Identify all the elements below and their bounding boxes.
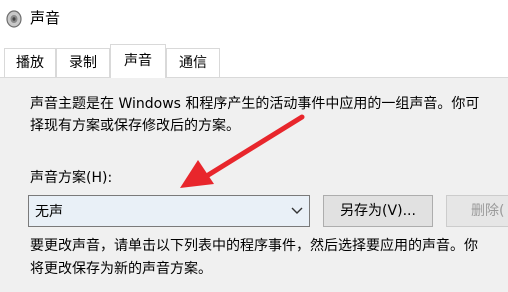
tab-recording[interactable]: 录制 (56, 48, 110, 77)
save-as-button[interactable]: 另存为(V)... (323, 195, 433, 227)
sound-scheme-label: 声音方案(H): (30, 170, 113, 186)
delete-button[interactable]: 删除( (446, 195, 508, 227)
speaker-icon (6, 10, 22, 28)
window-title: 声音 (30, 9, 61, 27)
title-bar: 声音 (0, 0, 508, 38)
instruction-text: 要更改声音，请单击以下列表中的程序事件，然后选择要应用的声音。你 (30, 238, 478, 254)
chevron-down-icon (291, 207, 303, 214)
sound-scheme-select[interactable]: 无声 (28, 195, 310, 227)
description-text-continued: 择现有方案或保存修改后的方案。 (30, 118, 240, 134)
instruction-text-continued: 将更改保存为新的声音方案。 (30, 261, 212, 277)
tab-sounds[interactable]: 声音 (110, 44, 166, 78)
sound-scheme-value: 无声 (35, 204, 63, 220)
description-text: 声音主题是在 Windows 和程序产生的活动事件中应用的一组声音。你可 (30, 96, 480, 112)
sounds-panel: 声音主题是在 Windows 和程序产生的活动事件中应用的一组声音。你可 择现有… (0, 78, 508, 292)
tab-strip: 播放 录制 声音 通信 (0, 38, 508, 78)
tab-playback[interactable]: 播放 (4, 48, 56, 77)
tab-communications[interactable]: 通信 (166, 48, 220, 77)
